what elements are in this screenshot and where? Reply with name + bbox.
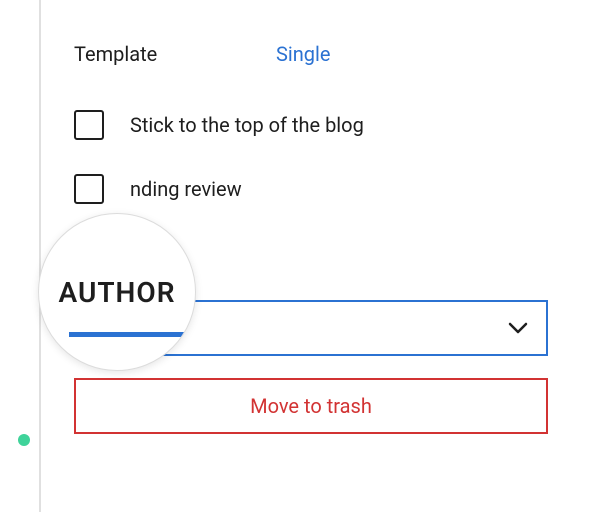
chevron-down-icon [508, 322, 528, 334]
move-to-trash-button[interactable]: Move to trash [74, 378, 548, 434]
pending-row: nding review [74, 174, 576, 204]
trash-label: Move to trash [250, 394, 372, 418]
template-label: Template [74, 42, 276, 66]
status-dot [18, 434, 30, 446]
magnified-select-border [69, 332, 195, 337]
stick-checkbox[interactable] [74, 110, 104, 140]
stick-row: Stick to the top of the blog [74, 110, 576, 140]
template-row: Template Single [74, 0, 576, 66]
pending-label: nding review [130, 177, 242, 201]
pending-checkbox[interactable] [74, 174, 104, 204]
stick-label: Stick to the top of the blog [130, 113, 364, 137]
template-link[interactable]: Single [276, 42, 330, 66]
magnifier-highlight: AUTHOR [38, 213, 196, 371]
author-heading: AUTHOR [39, 276, 195, 309]
